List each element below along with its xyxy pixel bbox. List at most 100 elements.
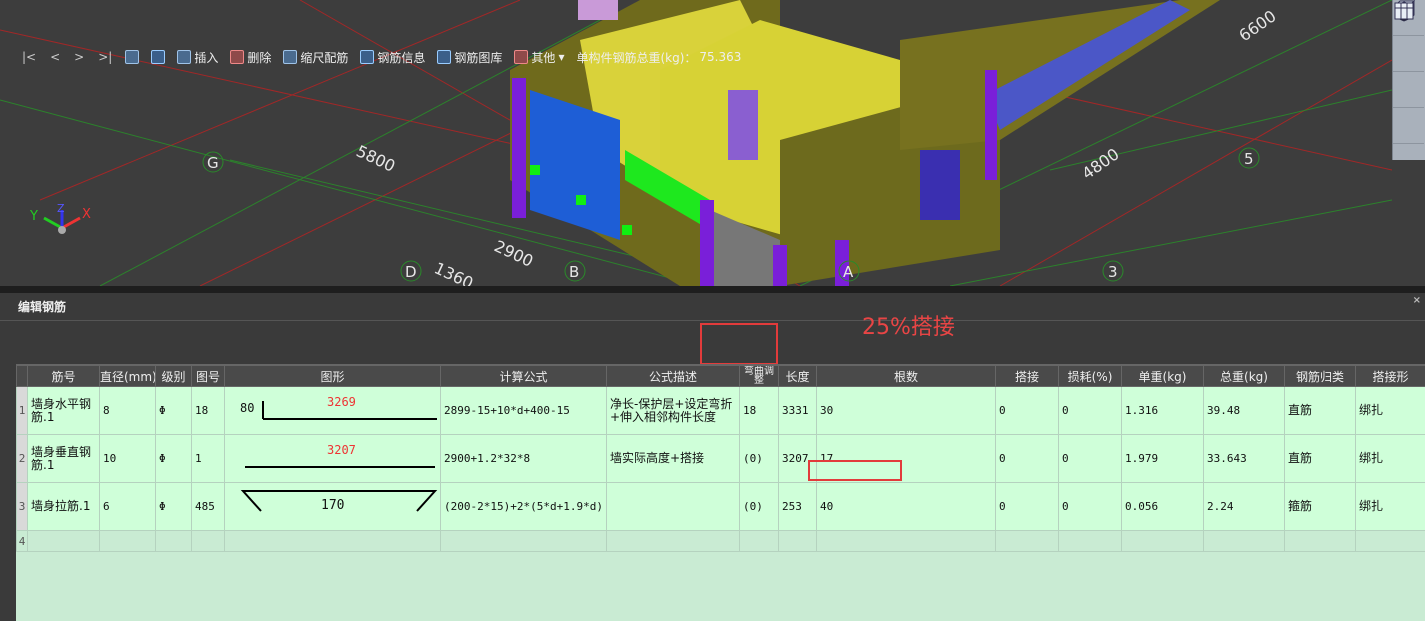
cell-category[interactable]: 直筋 xyxy=(1284,434,1356,483)
cell-loss[interactable]: 0 xyxy=(1058,434,1122,483)
cell-length[interactable]: 3207 xyxy=(778,434,817,483)
cell-total-weight[interactable]: 39.48 xyxy=(1203,386,1285,435)
grid-view-icon[interactable] xyxy=(1393,2,1424,144)
nav-prev-button[interactable]: < xyxy=(44,50,66,64)
cell-formula-desc[interactable]: 墙实际高度+搭接 xyxy=(606,434,740,483)
cell-count[interactable]: 40 xyxy=(816,482,996,531)
cell-grade[interactable]: Φ xyxy=(155,434,192,483)
col-lap[interactable]: 搭接 xyxy=(995,365,1059,387)
cell-formula[interactable]: 2900+1.2*32*8 xyxy=(440,434,607,483)
cell-empty[interactable] xyxy=(816,530,996,552)
cell-category[interactable]: 箍筋 xyxy=(1284,482,1356,531)
cell-empty[interactable] xyxy=(191,530,225,552)
col-loss[interactable]: 损耗(%) xyxy=(1058,365,1122,387)
cell-length[interactable]: 3331 xyxy=(778,386,817,435)
cell-empty[interactable] xyxy=(1121,530,1204,552)
table-row-empty[interactable]: 4 xyxy=(16,530,1425,552)
col-length[interactable]: 长度 xyxy=(778,365,817,387)
cell-formula[interactable]: 2899-15+10*d+400-15 xyxy=(440,386,607,435)
cell-diameter[interactable]: 6 xyxy=(99,482,156,531)
cell-diameter[interactable]: 8 xyxy=(99,386,156,435)
col-bend-adjust[interactable]: 弯曲调整 xyxy=(739,365,779,387)
close-icon[interactable]: × xyxy=(1413,287,1421,315)
delete-button[interactable]: 删除 xyxy=(225,45,276,69)
cell-formula[interactable]: (200-2*15)+2*(5*d+1.9*d) xyxy=(440,482,607,531)
cell-category[interactable]: 直筋 xyxy=(1284,386,1356,435)
cell-total-weight[interactable]: 2.24 xyxy=(1203,482,1285,531)
rebar-library-button[interactable]: 钢筋图库 xyxy=(432,45,507,69)
cell-grade[interactable]: Φ xyxy=(155,482,192,531)
cell-count[interactable]: 17 xyxy=(816,434,996,483)
cell-lap[interactable]: 0 xyxy=(995,434,1059,483)
cell-lap-type[interactable]: 绑扎 xyxy=(1355,434,1425,483)
cell-lap[interactable]: 0 xyxy=(995,386,1059,435)
cell-empty[interactable] xyxy=(1203,530,1285,552)
table-row[interactable]: 2 墙身垂直钢筋.1 10 Φ 1 3207 2900+1.2*32*8 墙实际高度+搭接 (0… xyxy=(16,434,1425,483)
cell-loss[interactable]: 0 xyxy=(1058,482,1122,531)
cell-total-weight[interactable]: 33.643 xyxy=(1203,434,1285,483)
cell-unit-weight[interactable]: 1.316 xyxy=(1121,386,1204,435)
col-grade[interactable]: 级别 xyxy=(155,365,192,387)
rotate-icon[interactable] xyxy=(1393,2,1424,108)
cell-lap[interactable]: 0 xyxy=(995,482,1059,531)
move-down-button[interactable] xyxy=(146,45,170,69)
move-up-button[interactable] xyxy=(120,45,144,69)
cell-empty[interactable] xyxy=(440,530,607,552)
cell-figure-no[interactable]: 485 xyxy=(191,482,225,531)
col-diameter[interactable]: 直径(mm) xyxy=(99,365,156,387)
row-number[interactable]: 4 xyxy=(16,530,28,552)
cell-shape[interactable]: 170 xyxy=(224,482,441,531)
cell-unit-weight[interactable]: 0.056 xyxy=(1121,482,1204,531)
cell-figure-no[interactable]: 18 xyxy=(191,386,225,435)
col-unit-weight[interactable]: 单重(kg) xyxy=(1121,365,1204,387)
cell-shape[interactable]: 80 3269 xyxy=(224,386,441,435)
nav-last-button[interactable]: >| xyxy=(92,50,118,64)
panel-splitter[interactable] xyxy=(0,286,1425,293)
nav-first-button[interactable]: |< xyxy=(16,50,42,64)
scale-bar-button[interactable]: 缩尺配筋 xyxy=(278,45,353,69)
cell-figure-no[interactable]: 1 xyxy=(191,434,225,483)
cell-empty[interactable] xyxy=(606,530,740,552)
cell-lap-type[interactable]: 绑扎 xyxy=(1355,386,1425,435)
cell-bend-adjust[interactable]: 18 xyxy=(739,386,779,435)
col-rebar-no[interactable]: 筋号 xyxy=(27,365,100,387)
rebar-info-button[interactable]: 钢筋信息 xyxy=(355,45,430,69)
cell-rebar-name[interactable]: 墙身垂直钢筋.1 xyxy=(27,434,100,483)
cell-diameter[interactable]: 10 xyxy=(99,434,156,483)
cell-bend-adjust[interactable]: (0) xyxy=(739,482,779,531)
cell-empty[interactable] xyxy=(1355,530,1425,552)
nav-next-button[interactable]: > xyxy=(68,50,90,64)
cell-empty[interactable] xyxy=(155,530,192,552)
cell-count[interactable]: 30 xyxy=(816,386,996,435)
cell-formula-desc[interactable]: 净长-保护层+设定弯折+伸入相邻构件长度 xyxy=(606,386,740,435)
row-number[interactable]: 2 xyxy=(16,434,28,483)
cell-empty[interactable] xyxy=(27,530,100,552)
cell-empty[interactable] xyxy=(1058,530,1122,552)
cell-empty[interactable] xyxy=(739,530,779,552)
insert-button[interactable]: 插入 xyxy=(172,45,223,69)
cell-bend-adjust[interactable]: (0) xyxy=(739,434,779,483)
col-shape[interactable]: 图形 xyxy=(224,365,441,387)
other-menu-button[interactable]: 其他 ▾ xyxy=(509,45,569,69)
col-lap-type[interactable]: 搭接形 xyxy=(1355,365,1425,387)
row-number[interactable]: 3 xyxy=(16,482,28,531)
cell-lap-type[interactable]: 绑扎 xyxy=(1355,482,1425,531)
col-formula[interactable]: 计算公式 xyxy=(440,365,607,387)
table-row[interactable]: 3 墙身拉筋.1 6 Φ 485 170 (200-2*15)+2*(5*d+1.9*d) (… xyxy=(16,482,1425,531)
cell-empty[interactable] xyxy=(1284,530,1356,552)
table-row[interactable]: 1 墙身水平钢筋.1 8 Φ 18 80 3269 2899-15+10*d+400-15 净长… xyxy=(16,386,1425,435)
cell-rebar-name[interactable]: 墙身水平钢筋.1 xyxy=(27,386,100,435)
col-count[interactable]: 根数 xyxy=(816,365,996,387)
cell-length[interactable]: 253 xyxy=(778,482,817,531)
col-total-weight[interactable]: 总重(kg) xyxy=(1203,365,1285,387)
cell-shape[interactable]: 3207 xyxy=(224,434,441,483)
col-category[interactable]: 钢筋归类 xyxy=(1284,365,1356,387)
cell-unit-weight[interactable]: 1.979 xyxy=(1121,434,1204,483)
cell-loss[interactable]: 0 xyxy=(1058,386,1122,435)
cell-empty[interactable] xyxy=(224,530,441,552)
row-number[interactable]: 1 xyxy=(16,386,28,435)
col-formula-desc[interactable]: 公式描述 xyxy=(606,365,740,387)
cell-grade[interactable]: Φ xyxy=(155,386,192,435)
cell-formula-desc[interactable] xyxy=(606,482,740,531)
cell-rebar-name[interactable]: 墙身拉筋.1 xyxy=(27,482,100,531)
